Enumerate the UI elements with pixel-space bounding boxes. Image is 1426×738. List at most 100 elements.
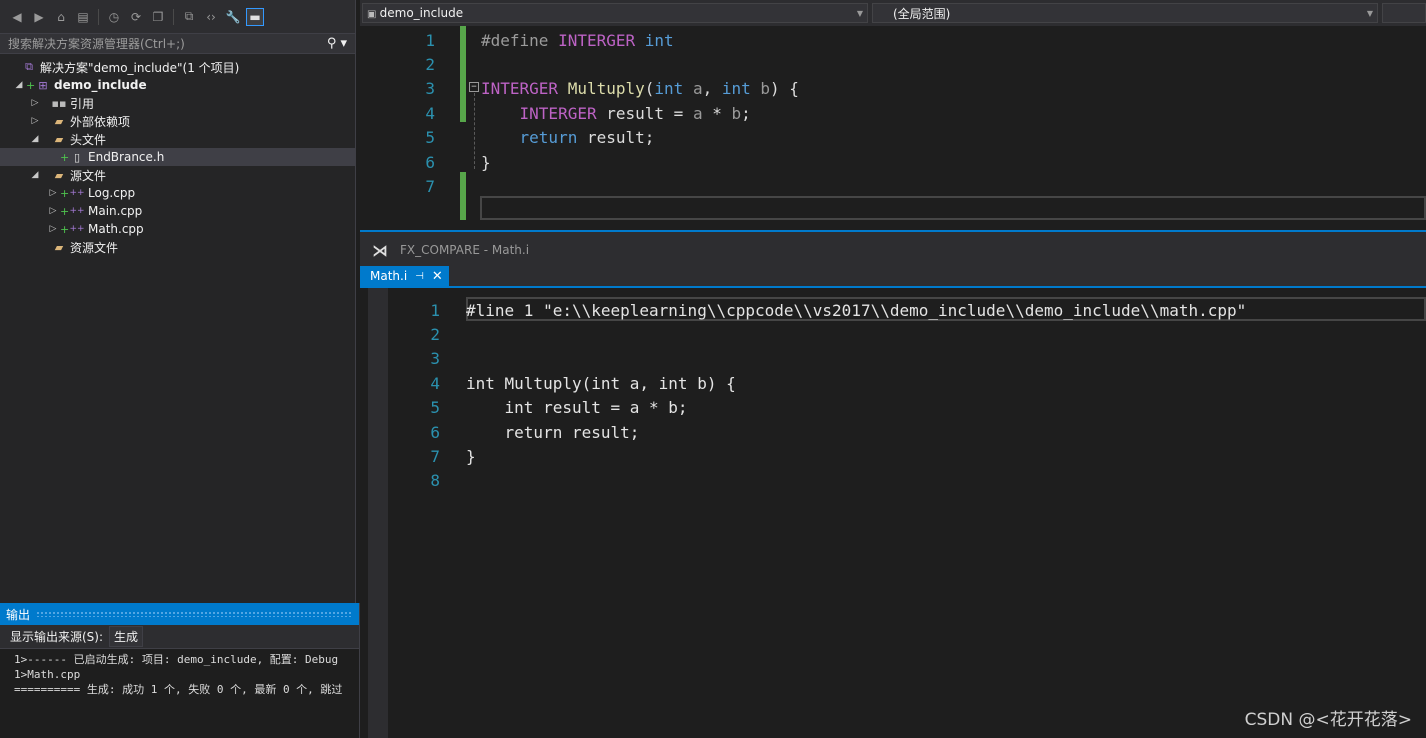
project-dropdown[interactable]: ▣ demo_include ▼ [362,3,868,23]
added-file-icon: + [26,78,36,92]
code-text: int result = a * b; [466,398,688,418]
back-icon[interactable]: ◀ [8,8,26,26]
tree-item-label: Math.cpp [88,222,144,236]
tree-item-label: Main.cpp [88,204,143,218]
close-icon[interactable]: ✕ [432,269,443,284]
output-title: 输出 [6,607,31,622]
line-number: 6 [425,152,435,172]
code-token: b [731,103,742,123]
tree-item[interactable]: ▷ + ++ Math.cpp [0,220,355,238]
line-number: 7 [430,446,440,466]
tree-item[interactable]: ▰ 资源文件 [0,238,355,256]
tree-item[interactable]: ▷ ▪▪ 引用 [0,94,355,112]
code-line: 3 [388,347,466,371]
output-line: 1>Math.cpp [14,668,81,681]
collapsed-arrow-icon[interactable]: ▷ [46,224,60,234]
project-combo-label: ▣ demo_include [367,6,463,20]
expanded-arrow-icon[interactable]: ◢ [28,134,42,144]
code-line: 2 [388,322,466,346]
tree-item[interactable]: ▷ ▰ 外部依赖项 [0,112,355,130]
toolbar-divider [173,8,174,25]
forward-icon[interactable]: ▶ [30,8,48,26]
code-token: ; [741,103,751,123]
code-text: } [435,153,491,172]
tree-item[interactable]: ▷ + ++ Log.cpp [0,184,355,202]
code-token: a [692,103,703,123]
solution-explorer: ◀ ▶ ⌂ ▤ ◷ ⟳ ❐ ⧉ ‹› 🔧 ▬ 搜索解决方案资源管理器(Ctrl+… [0,0,356,603]
solution-search-box[interactable]: 搜索解决方案资源管理器(Ctrl+;) ⚲ ▾ [0,34,355,54]
expanded-arrow-icon[interactable]: ◢ [28,170,42,180]
code-line: 2 [360,52,481,76]
code-token: #define [481,30,559,50]
pin-icon[interactable]: ⊣ [415,271,424,282]
code-text: #define INTERGER int [435,31,674,50]
tree-item-label: 解决方案"demo_include"(1 个项目) [40,60,240,75]
compare-code-area[interactable]: 1 #line 1 "e:\\keeplearning\\cppcode\\vs2… [360,288,1426,738]
output-title-bar[interactable]: 输出 [0,603,359,625]
chevron-down-icon: ▼ [1366,8,1373,18]
folder-icon: ▰ [54,114,64,128]
solution-search-placeholder: 搜索解决方案资源管理器(Ctrl+;) [8,37,185,51]
code-token: int [654,79,693,99]
title-grip [36,611,353,617]
line-number: 2 [430,324,440,344]
show-all-files-icon[interactable]: ⧉ [180,8,198,26]
added-file-icon: + [60,150,70,164]
code-token: return [519,128,587,148]
output-panel: 输出 显示输出来源(S): 生成 1>------ 已启动生成: 项目: dem… [0,603,360,738]
member-dropdown[interactable] [1382,3,1426,23]
code-editor: ▣ demo_include ▼ (全局范围) ▼ − 1 #define INT… [360,0,1426,230]
pending-changes-filter-icon[interactable]: ◷ [105,8,123,26]
code-text: #line 1 "e:\\keeplearning\\cppcode\\vs20… [466,300,1247,320]
collapsed-arrow-icon[interactable]: ▷ [28,116,42,126]
output-text: 1>------ 已启动生成: 项目: demo_include, 配置: De… [0,649,359,697]
line-number: 7 [425,176,435,196]
line-number: 4 [430,373,440,393]
switch-views-icon[interactable]: ▤ [74,8,92,26]
code-line: 3 INTERGER Multuply(int a, int b) { [360,77,799,101]
visual-studio-logo-icon: ⋊ [372,240,388,260]
output-source-label: 显示输出来源(S): [10,630,104,644]
tree-item[interactable]: ◢ + ⊞ demo_include [0,76,355,94]
code-token: ( [644,79,655,99]
search-icon[interactable]: ⚲ ▾ [327,36,347,51]
tree-item[interactable]: ⧉ 解决方案"demo_include"(1 个项目) [0,58,355,76]
collapsed-arrow-icon[interactable]: ▷ [46,188,60,198]
selection-margin [368,288,388,738]
scope-dropdown[interactable]: (全局范围) ▼ [872,3,1378,23]
tree-item-label: EndBrance.h [88,150,165,164]
sync-icon[interactable]: ⟳ [127,8,145,26]
code-token: a [692,79,703,99]
code-line: 7 [360,174,481,198]
collapse-all-icon[interactable]: ❐ [149,8,167,26]
tree-item-label: 资源文件 [70,240,119,255]
filter-folder-icon: ▰ [54,132,64,146]
expanded-arrow-icon[interactable]: ◢ [12,80,26,90]
compare-tab-strip: Math.i ⊣ ✕ [360,266,1426,288]
output-line: ========== 生成: 成功 1 个, 失败 0 个, 最新 0 个, 跳… [14,683,343,696]
tab-math-i[interactable]: Math.i ⊣ ✕ [360,266,449,286]
output-line: 1>------ 已启动生成: 项目: demo_include, 配置: De… [14,653,339,666]
tree-item[interactable]: ◢ ▰ 源文件 [0,166,355,184]
code-text: return result; [466,422,640,442]
output-source-select[interactable]: 生成 [109,626,144,647]
top-code-area[interactable]: − 1 #define INTERGER int 2 3 INTERGER Multup… [360,26,1426,230]
code-text: return result; [435,128,655,148]
collapsed-arrow-icon[interactable]: ▷ [28,98,42,108]
scope-combo-text: (全局范围) [893,6,951,21]
tree-item[interactable]: + ▯ EndBrance.h [0,148,355,166]
home-icon[interactable]: ⌂ [52,8,70,26]
code-view-icon[interactable]: ‹› [202,8,220,26]
code-text: INTERGER result = a * b; [435,104,751,123]
tree-item-label: 外部依赖项 [70,114,131,129]
toolbar-divider [98,8,99,25]
compare-window-title: FX_COMPARE - Math.i [400,243,530,257]
compare-title-bar[interactable]: ⋊ FX_COMPARE - Math.i [360,232,1426,268]
properties-wrench-icon[interactable]: 🔧 [224,8,242,26]
tree-item[interactable]: ◢ ▰ 头文件 [0,130,355,148]
code-token: * [702,103,732,123]
tree-item[interactable]: ▷ + ++ Main.cpp [0,202,355,220]
preview-selected-icon[interactable]: ▬ [246,7,264,26]
collapsed-arrow-icon[interactable]: ▷ [46,206,60,216]
cpp-file-icon: ++ [69,206,85,216]
